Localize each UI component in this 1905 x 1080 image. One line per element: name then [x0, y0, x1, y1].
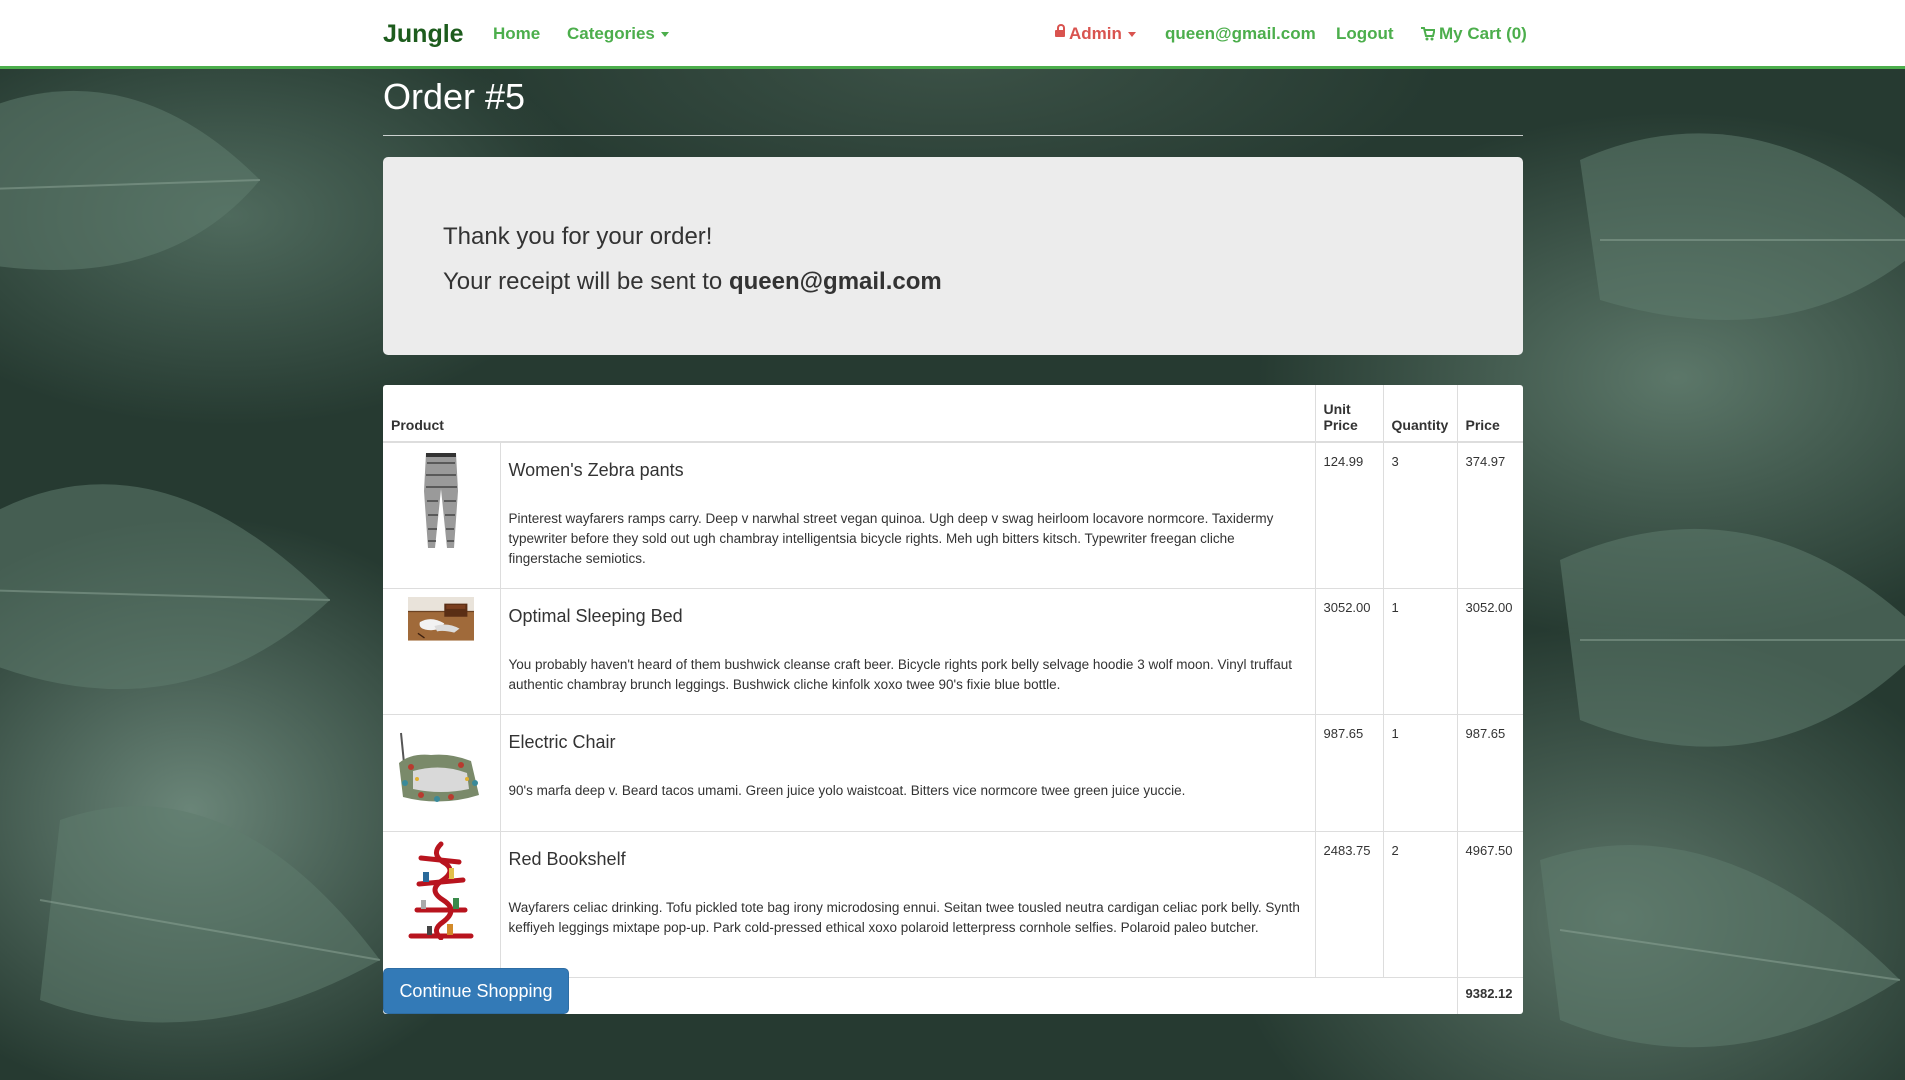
column-header-price: Price — [1456, 385, 1523, 443]
total-value: 9382.12 — [1456, 976, 1523, 1014]
admin-label: Admin — [1069, 24, 1122, 43]
thank-you-message: Thank you for your order! — [443, 223, 713, 250]
title-divider — [383, 135, 1523, 136]
receipt-email: queen@gmail.com — [728, 268, 942, 295]
table-row: Optimal Sleeping Bed You probably haven'… — [383, 587, 1523, 714]
continue-shopping-button[interactable]: Continue Shopping — [383, 968, 569, 1014]
red-bookshelf-image[interactable] — [391, 839, 491, 940]
product-info-cell: Women's Zebra pants Pinterest wayfarers … — [499, 441, 1315, 588]
product-name[interactable]: Red Bookshelf — [509, 849, 1307, 870]
column-header-unit-price: Unit Price — [1314, 385, 1383, 443]
product-name[interactable]: Optimal Sleeping Bed — [509, 606, 1307, 627]
unit-price-cell: 3052.00 — [1314, 587, 1383, 714]
zebra-pants-image[interactable] — [391, 451, 491, 551]
price-cell: 987.65 — [1456, 713, 1523, 831]
table-row: Electric Chair 90's marfa deep v. Beard … — [383, 713, 1523, 831]
order-items-table: Product Unit Price Quantity Price Women'… — [383, 385, 1523, 1014]
product-description: Wayfarers celiac drinking. Tofu pickled … — [508, 899, 1300, 935]
quantity-cell: 1 — [1382, 713, 1457, 831]
nav-home-link[interactable]: Home — [493, 24, 540, 44]
table-header-row: Product Unit Price Quantity Price — [383, 385, 1523, 443]
nav-cart-link[interactable]: My Cart (0) — [1421, 24, 1527, 44]
product-image-cell — [383, 830, 500, 977]
categories-label: Categories — [567, 24, 655, 43]
product-image-cell — [383, 587, 500, 714]
quantity-cell: 3 — [1382, 441, 1457, 588]
lock-icon — [1055, 24, 1065, 38]
chevron-down-icon — [660, 32, 669, 38]
quantity-cell: 1 — [1382, 587, 1457, 714]
shopping-cart-icon — [1421, 26, 1435, 41]
product-description: You probably haven't heard of them bushw… — [508, 656, 1293, 692]
product-name[interactable]: Women's Zebra pants — [509, 460, 1307, 481]
nav-categories-dropdown[interactable]: Categories — [567, 24, 669, 44]
nav-user-email-link[interactable]: queen@gmail.com — [1165, 24, 1316, 44]
nav-admin-dropdown[interactable]: Admin — [1055, 24, 1136, 44]
unit-price-header-line2: Price — [1323, 417, 1358, 433]
unit-price-header-line1: Unit — [1323, 401, 1351, 417]
column-header-product: Product — [383, 385, 1315, 443]
product-image-cell — [383, 713, 500, 831]
price-cell: 4967.50 — [1456, 830, 1523, 977]
product-image-cell — [383, 441, 500, 588]
price-cell: 3052.00 — [1456, 587, 1523, 714]
receipt-prefix: Your receipt will be sent to — [443, 268, 723, 295]
column-header-quantity: Quantity — [1382, 385, 1457, 443]
quantity-cell: 2 — [1382, 830, 1457, 977]
navbar-container: Jungle Home Categories Admin queen@gmail… — [383, 0, 1527, 66]
chevron-down-icon — [1127, 32, 1136, 38]
receipt-message: Your receipt will be sent to queen@gmail… — [443, 268, 942, 296]
product-description: Pinterest wayfarers ramps carry. Deep v … — [508, 511, 1274, 566]
brand-logo-link[interactable]: Jungle — [383, 20, 464, 49]
product-info-cell: Red Bookshelf Wayfarers celiac drinking.… — [499, 830, 1315, 977]
product-name[interactable]: Electric Chair — [509, 732, 1307, 753]
product-info-cell: Optimal Sleeping Bed You probably haven'… — [499, 587, 1315, 714]
table-row: Women's Zebra pants Pinterest wayfarers … — [383, 441, 1523, 588]
product-description: 90's marfa deep v. Beard tacos umami. Gr… — [508, 782, 1186, 798]
top-navbar: Jungle Home Categories Admin queen@gmail… — [0, 0, 1905, 69]
page-title: Order #5 — [383, 76, 526, 117]
nav-logout-link[interactable]: Logout — [1336, 24, 1394, 44]
sleeping-bed-image[interactable] — [391, 596, 491, 663]
unit-price-cell: 2483.75 — [1314, 830, 1383, 977]
unit-price-cell: 987.65 — [1314, 713, 1383, 831]
product-info-cell: Electric Chair 90's marfa deep v. Beard … — [499, 713, 1315, 831]
order-confirmation-panel: Thank you for your order! Your receipt w… — [383, 157, 1523, 355]
price-cell: 374.97 — [1456, 441, 1523, 588]
table-row: Red Bookshelf Wayfarers celiac drinking.… — [383, 830, 1523, 977]
electric-chair-image[interactable] — [391, 722, 491, 823]
unit-price-cell: 124.99 — [1314, 441, 1383, 588]
cart-label: My Cart (0) — [1439, 24, 1527, 43]
